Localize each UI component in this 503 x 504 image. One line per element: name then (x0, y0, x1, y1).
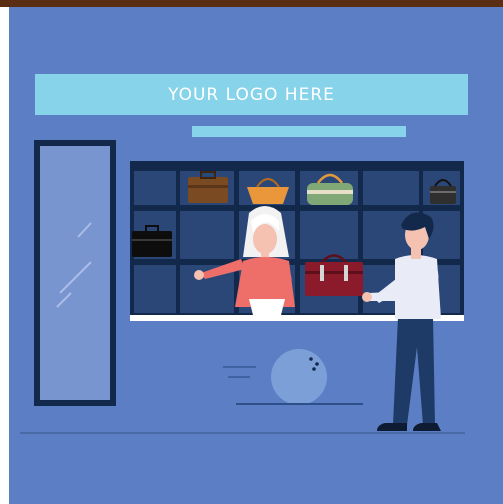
ball-icon (271, 349, 327, 405)
top-bar (0, 0, 503, 7)
illustration (34, 140, 464, 431)
mirror-icon (34, 140, 116, 406)
floor-line (20, 432, 465, 434)
store-scene: YOUR LOGO HERE (9, 7, 503, 504)
